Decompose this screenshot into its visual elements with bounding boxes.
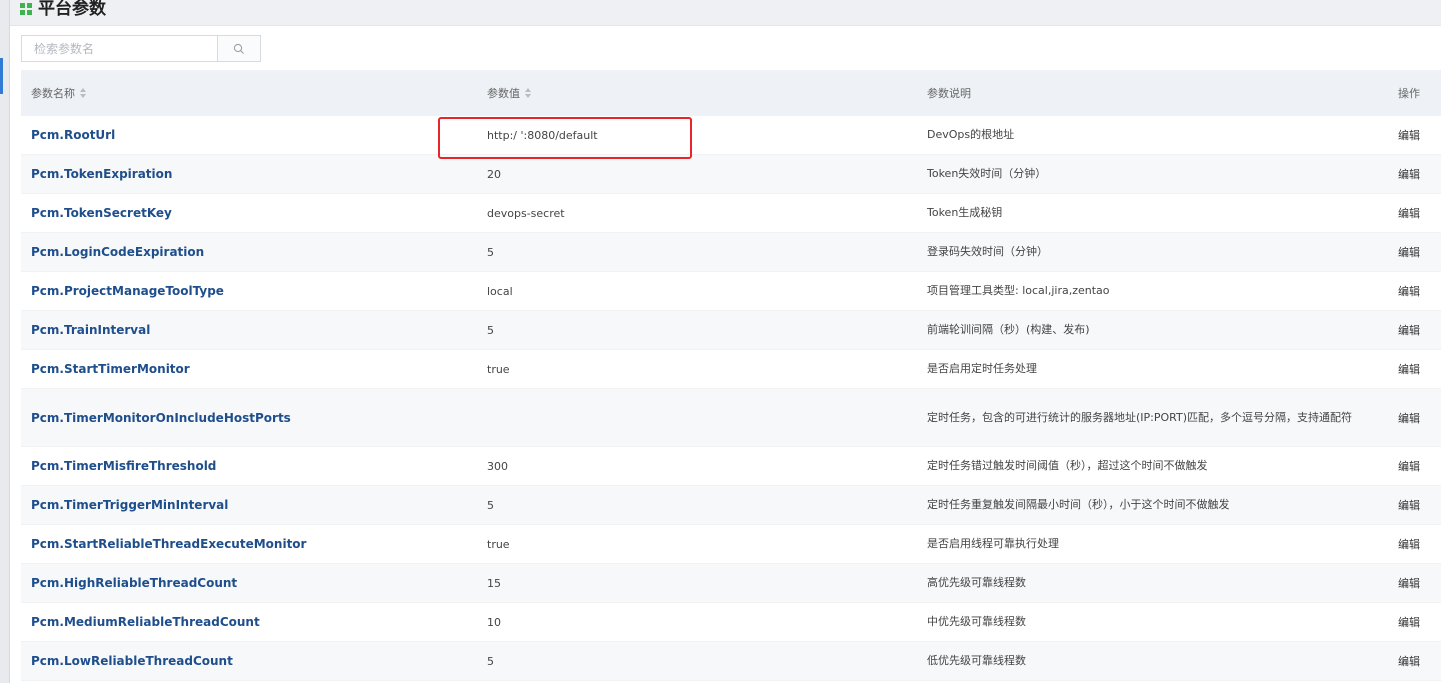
column-header-op: 操作 <box>1387 85 1441 101</box>
param-value: true <box>487 538 510 551</box>
param-name-link[interactable]: Pcm.TrainInterval <box>31 323 150 337</box>
param-name-link[interactable]: Pcm.StartReliableThreadExecuteMonitor <box>31 537 306 551</box>
edit-button[interactable]: 编辑 <box>1398 577 1420 590</box>
column-header-label: 参数值 <box>487 87 520 100</box>
edit-button[interactable]: 编辑 <box>1398 168 1420 181</box>
param-value: true <box>487 363 510 376</box>
column-header-value[interactable]: 参数值 <box>474 85 927 101</box>
edit-button[interactable]: 编辑 <box>1398 412 1420 425</box>
edit-button[interactable]: 编辑 <box>1398 655 1420 668</box>
param-name-link[interactable]: Pcm.ProjectManageToolType <box>31 284 224 298</box>
param-name-link[interactable]: Pcm.MediumReliableThreadCount <box>31 615 260 629</box>
param-value: 300 <box>487 460 508 473</box>
param-value: http:/ ':8080/default <box>487 129 598 142</box>
param-value: 15 <box>487 577 501 590</box>
param-name-link[interactable]: Pcm.StartTimerMonitor <box>31 362 190 376</box>
param-value <box>484 412 487 425</box>
table-row: Pcm.RootUrl http:/ ':8080/default DevOps… <box>21 116 1441 155</box>
param-name-link[interactable]: Pcm.LoginCodeExpiration <box>31 245 204 259</box>
search-icon <box>233 43 244 54</box>
column-header-label: 参数名称 <box>31 87 75 100</box>
param-desc: 登录码失效时间（分钟） <box>927 245 1048 258</box>
param-desc: 定时任务重复触发间隔最小时间（秒），小于这个时间不做触发 <box>927 498 1230 511</box>
params-table: 参数名称 参数值 参数说明 操作 Pcm.RootUrl http:/ ':80… <box>21 70 1441 681</box>
param-desc: DevOps的根地址 <box>927 128 1015 141</box>
edit-button[interactable]: 编辑 <box>1398 538 1420 551</box>
edit-button[interactable]: 编辑 <box>1398 207 1420 220</box>
table-row: Pcm.LoginCodeExpiration 5 登录码失效时间（分钟） 编辑 <box>21 233 1441 272</box>
param-desc: 高优先级可靠线程数 <box>927 576 1026 589</box>
param-desc: 是否启用定时任务处理 <box>927 362 1037 375</box>
column-header-name[interactable]: 参数名称 <box>21 85 474 101</box>
param-name-link[interactable]: Pcm.RootUrl <box>31 128 115 142</box>
page-title: 平台参数 <box>38 0 106 19</box>
param-name-link[interactable]: Pcm.TokenExpiration <box>31 167 172 181</box>
table-row: Pcm.TimerMonitorOnIncludeHostPorts 定时任务，… <box>21 389 1441 447</box>
edit-button[interactable]: 编辑 <box>1398 460 1420 473</box>
param-value: 5 <box>487 324 494 337</box>
param-name-link[interactable]: Pcm.LowReliableThreadCount <box>31 654 233 668</box>
param-desc: 项目管理工具类型: local,jira,zentao <box>927 284 1110 297</box>
param-name-link[interactable]: Pcm.HighReliableThreadCount <box>31 576 237 590</box>
edit-button[interactable]: 编辑 <box>1398 324 1420 337</box>
table-row: Pcm.TokenSecretKey devops-secret Token生成… <box>21 194 1441 233</box>
param-desc: 定时任务错过触发时间阈值（秒），超过这个时间不做触发 <box>927 459 1208 472</box>
table-row: Pcm.MediumReliableThreadCount 10 中优先级可靠线… <box>21 603 1441 642</box>
table-row: Pcm.LowReliableThreadCount 5 低优先级可靠线程数 编… <box>21 642 1441 681</box>
page-header: 平台参数 <box>10 0 1441 26</box>
table-row: Pcm.ProjectManageToolType local 项目管理工具类型… <box>21 272 1441 311</box>
param-value: 20 <box>487 168 501 181</box>
grid-icon <box>20 2 32 15</box>
table-row: Pcm.StartReliableThreadExecuteMonitor tr… <box>21 525 1441 564</box>
param-desc: Token失效时间（分钟） <box>927 167 1047 180</box>
param-value: 5 <box>487 246 494 259</box>
table-row: Pcm.HighReliableThreadCount 15 高优先级可靠线程数… <box>21 564 1441 603</box>
param-desc: Token生成秘钥 <box>927 206 1003 219</box>
left-rail <box>0 0 10 683</box>
table-row: Pcm.TokenExpiration 20 Token失效时间（分钟） 编辑 <box>21 155 1441 194</box>
table-row: Pcm.StartTimerMonitor true 是否启用定时任务处理 编辑 <box>21 350 1441 389</box>
table-row: Pcm.TimerTriggerMinInterval 5 定时任务重复触发间隔… <box>21 486 1441 525</box>
search-bar <box>21 35 261 62</box>
param-value: 5 <box>487 499 494 512</box>
param-value: 10 <box>487 616 501 629</box>
param-value: 5 <box>487 655 494 668</box>
param-desc: 是否启用线程可靠执行处理 <box>927 537 1059 550</box>
table-row: Pcm.TimerMisfireThreshold 300 定时任务错过触发时间… <box>21 447 1441 486</box>
param-value: local <box>487 285 513 298</box>
column-header-desc: 参数说明 <box>927 85 1387 101</box>
search-button[interactable] <box>217 35 261 62</box>
table-row: Pcm.TrainInterval 5 前端轮训间隔（秒）(构建、发布) 编辑 <box>21 311 1441 350</box>
edit-button[interactable]: 编辑 <box>1398 285 1420 298</box>
param-value: devops-secret <box>487 207 565 220</box>
edit-button[interactable]: 编辑 <box>1398 246 1420 259</box>
param-desc: 定时任务，包含的可进行统计的服务器地址(IP:PORT)匹配，多个逗号分隔，支持… <box>927 410 1353 424</box>
left-rail-active-marker <box>0 58 3 94</box>
param-name-link[interactable]: Pcm.TimerMisfireThreshold <box>31 459 216 473</box>
param-desc: 低优先级可靠线程数 <box>927 654 1026 667</box>
param-name-link[interactable]: Pcm.TimerTriggerMinInterval <box>31 498 228 512</box>
edit-button[interactable]: 编辑 <box>1398 363 1420 376</box>
edit-button[interactable]: 编辑 <box>1398 616 1420 629</box>
sort-icon[interactable] <box>525 87 531 99</box>
search-input[interactable] <box>21 35 217 62</box>
edit-button[interactable]: 编辑 <box>1398 129 1420 142</box>
column-header-label: 操作 <box>1398 87 1420 100</box>
param-desc: 中优先级可靠线程数 <box>927 615 1026 628</box>
param-name-link[interactable]: Pcm.TokenSecretKey <box>31 206 172 220</box>
table-header: 参数名称 参数值 参数说明 操作 <box>21 70 1441 116</box>
param-name-link[interactable]: Pcm.TimerMonitorOnIncludeHostPorts <box>31 411 291 425</box>
column-header-label: 参数说明 <box>927 87 971 100</box>
param-desc: 前端轮训间隔（秒）(构建、发布) <box>927 323 1090 336</box>
sort-icon[interactable] <box>80 87 86 99</box>
edit-button[interactable]: 编辑 <box>1398 499 1420 512</box>
